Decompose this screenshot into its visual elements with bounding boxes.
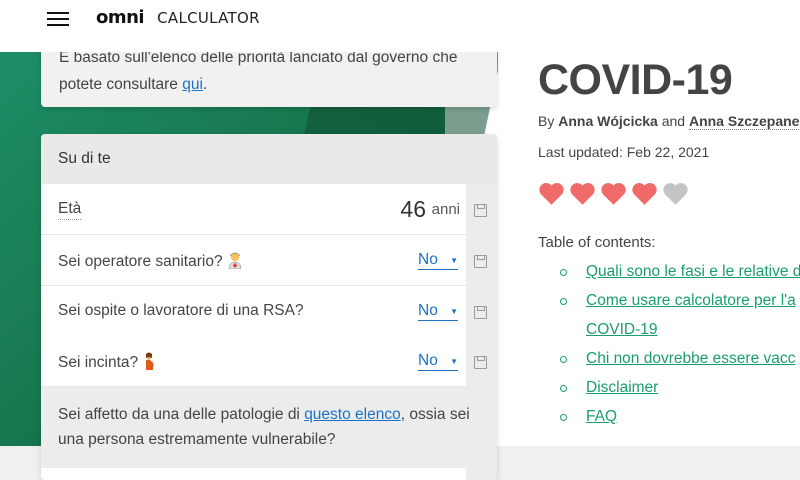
toc-link[interactable]: Quali sono le fasi e le relative d [586,263,800,281]
pregnant-woman-emoji-icon [145,352,154,370]
conditions-list-link[interactable]: questo elenco [304,406,401,423]
health-worker-emoji-icon [228,252,241,269]
healthcare-worker-field: Sei operatore sanitario? No ▼ [41,235,466,286]
age-input[interactable]: 46 [400,196,426,223]
author-2[interactable]: Anna Szczepanek [688,113,800,130]
last-updated: Last updated: Feb 22, 2021 [538,144,710,160]
age-field: Età 46 anni [41,184,466,235]
about-you-card: Su di te Età 46 anni Sei operatore sanit… [41,134,497,480]
toc-link[interactable]: Chi non dovrebbe essere vacc [586,350,795,368]
toc-link-continued[interactable]: COVID-19 [586,321,658,339]
heart-icon[interactable] [631,181,658,206]
logo-calculator: CALCULATOR [157,9,260,27]
by-text: By [538,113,555,129]
intro-punct: . [202,76,208,93]
age-unit: anni [431,201,460,218]
heart-icon[interactable] [662,181,689,206]
rating-hearts[interactable] [538,181,689,206]
section-header: Su di te [41,134,497,184]
save-icon[interactable] [474,204,487,217]
healthcare-worker-select[interactable]: No ▼ [418,251,458,270]
priority-list-link[interactable]: qui [182,76,203,93]
healthcare-worker-label: Sei operatore sanitario? [58,251,243,271]
bullet-icon [560,269,567,276]
rsa-label: Sei ospite o lavoratore di una RSA? [58,302,304,319]
logo-omni: omni [96,7,145,28]
rsa-select[interactable]: No ▼ [418,302,458,321]
heart-icon[interactable] [569,181,596,206]
toc-link[interactable]: Disclaimer [586,379,658,397]
page-title: COVID-19 [538,56,733,104]
save-icon[interactable] [474,255,487,268]
logo[interactable]: omni CALCULATOR [96,7,260,28]
bullet-icon [560,356,567,363]
heart-icon[interactable] [600,181,627,206]
pregnant-label: Sei incinta? [58,352,158,372]
toc-title: Table of contents: [538,234,656,251]
save-icon[interactable] [474,306,487,319]
bullet-icon [560,298,567,305]
and-text: and [661,113,686,129]
question-text: Sei affetto da una delle patologie di [58,406,305,423]
vulnerability-question: Sei affetto da una delle patologie di qu… [58,402,483,452]
rsa-field: Sei ospite o lavoratore di una RSA? No ▼ [41,286,466,337]
section-title: Su di te [58,150,111,167]
next-field [41,468,466,480]
age-label: Età [58,200,82,220]
save-icon[interactable] [474,356,487,369]
toc-link[interactable]: Come usare calcolatore per l'a [586,292,796,310]
top-bar: omni CALCULATOR [0,0,800,52]
menu-icon[interactable] [47,12,69,26]
pregnant-select[interactable]: No ▼ [418,352,458,371]
heart-icon[interactable] [538,181,565,206]
intro-line-2: potete consultare [59,76,183,93]
author-1[interactable]: Anna Wójcicka [558,113,658,129]
toc-link[interactable]: FAQ [586,408,617,426]
bullet-icon [560,414,567,421]
bullet-icon [560,385,567,392]
intro-text: È basato sull'elenco delle priorità lanc… [59,44,489,98]
pregnant-field: Sei incinta? No ▼ [41,336,466,387]
byline: By Anna Wójcicka and Anna Szczepanek, [538,113,800,130]
